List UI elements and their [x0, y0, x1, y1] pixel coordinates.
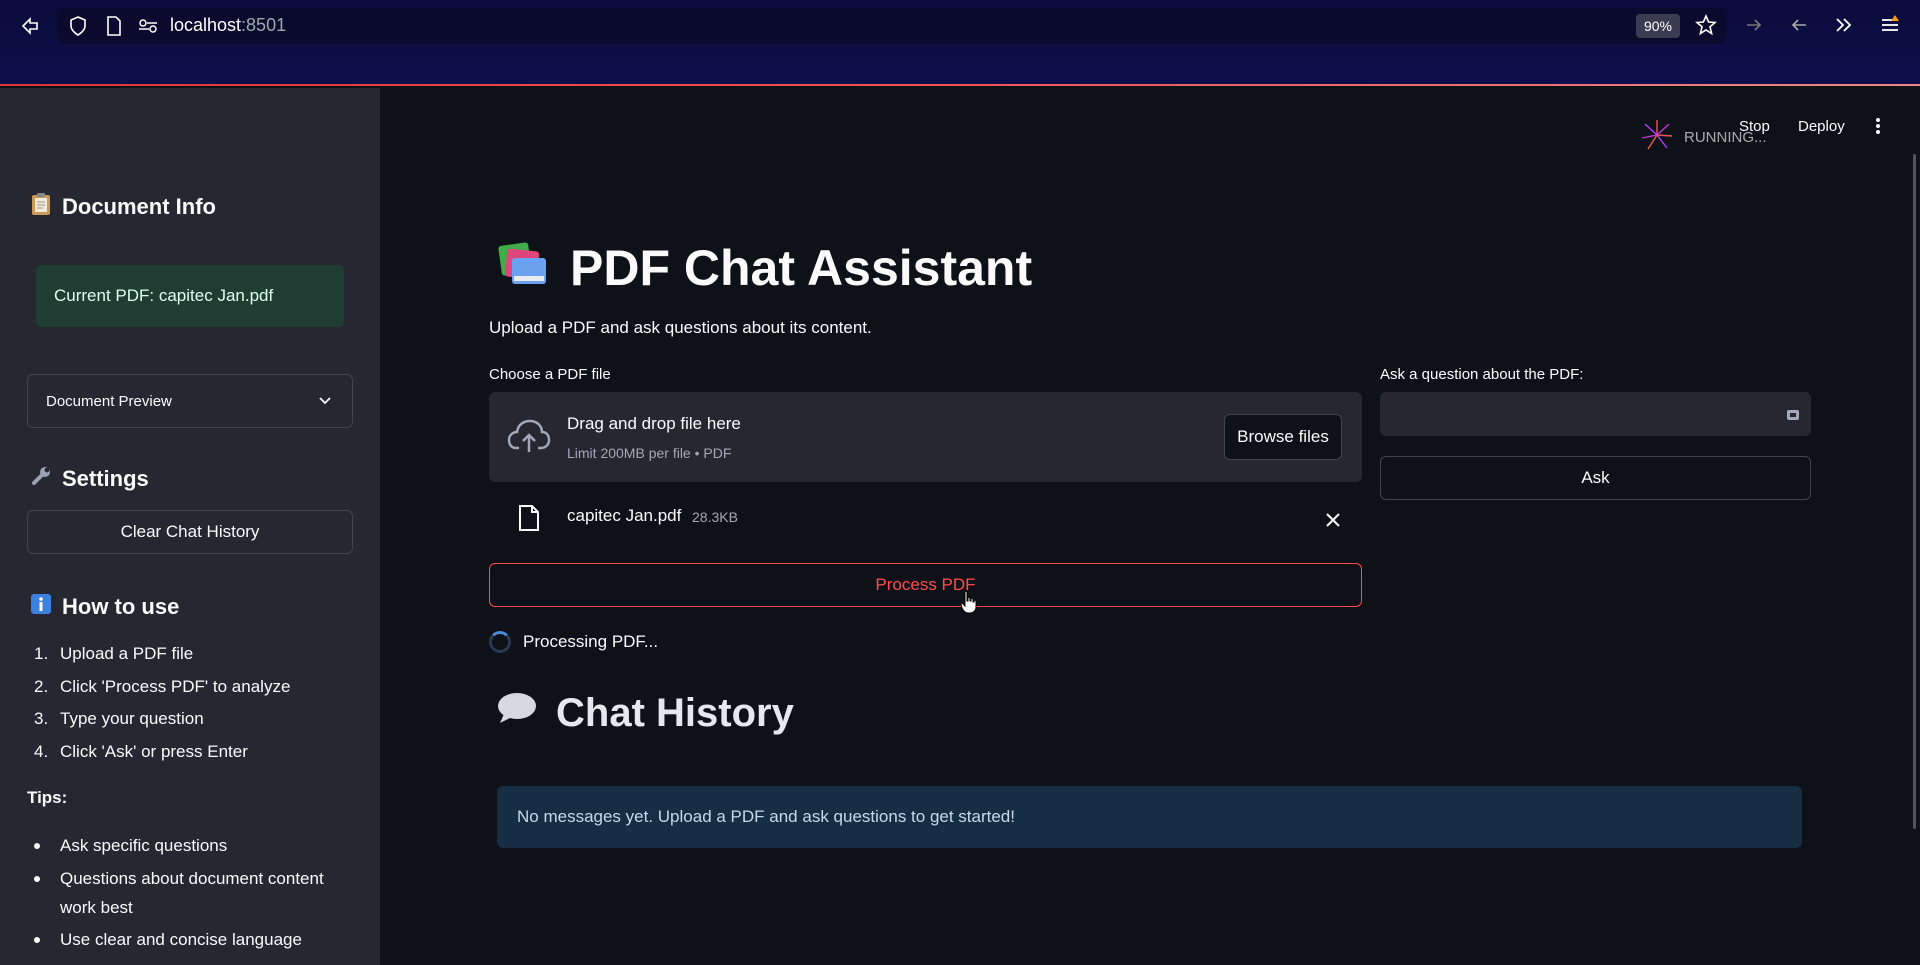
file-name: capitec Jan.pdf — [567, 506, 682, 525]
browse-files-button[interactable]: Browse files — [1224, 414, 1342, 460]
drop-text: Drag and drop file here — [567, 414, 741, 433]
browser-accent-line — [0, 84, 1920, 86]
cloud-upload-icon — [507, 418, 551, 461]
chat-history-heading: Chat History — [496, 690, 794, 736]
how-to-use-heading: How to use — [30, 593, 179, 621]
settings-heading: Settings — [30, 465, 149, 493]
current-pdf-alert: Current PDF: capitec Jan.pdf — [36, 265, 344, 327]
books-icon — [496, 236, 552, 300]
stop-button[interactable]: Stop — [1739, 118, 1770, 135]
doc-info-heading-text: Document Info — [62, 194, 216, 219]
menu-icon[interactable] — [1878, 13, 1902, 37]
sidebar: Document Info Current PDF: capitec Jan.p… — [0, 88, 380, 965]
tip-text: Ask specific questions — [60, 836, 228, 855]
file-dropzone[interactable]: Drag and drop file here Limit 200MB per … — [489, 392, 1362, 482]
tip-item: Ask specific questions — [34, 831, 354, 860]
tip-text: Use clear and concise language — [60, 930, 302, 949]
url-bar[interactable] — [58, 8, 1726, 44]
back-arrow-icon[interactable] — [1787, 13, 1811, 37]
question-label: Ask a question about the PDF: — [1380, 366, 1584, 383]
url-port: :8501 — [241, 15, 287, 35]
how-to-use-heading-text: How to use — [62, 594, 180, 619]
step-number: 3. — [34, 709, 49, 728]
clear-chat-history-button[interactable]: Clear Chat History — [27, 510, 353, 554]
clipboard-icon — [30, 192, 52, 222]
question-input[interactable] — [1380, 392, 1811, 436]
limit-text: Limit 200MB per file • PDF — [567, 445, 732, 461]
tip-item: Use clear and concise language — [34, 925, 354, 954]
deploy-button[interactable]: Deploy — [1798, 118, 1845, 135]
browser-toolbar: localhost:8501 90% — [0, 0, 1920, 86]
file-icon — [517, 504, 541, 537]
info-icon — [30, 593, 52, 621]
bookmark-star-icon[interactable] — [1694, 13, 1718, 37]
ask-button[interactable]: Ask — [1380, 456, 1811, 500]
speech-bubble-icon — [496, 690, 538, 736]
document-preview-expander[interactable]: Document Preview — [27, 374, 353, 428]
wrench-icon — [30, 465, 52, 493]
forward-arrow-icon[interactable] — [1742, 13, 1766, 37]
close-icon[interactable] — [1325, 512, 1341, 533]
tips-heading: Tips: — [27, 788, 68, 807]
zoom-indicator[interactable]: 90% — [1636, 14, 1680, 38]
step-number: 2. — [34, 677, 49, 696]
step-number: 1. — [34, 644, 49, 663]
shield-icon[interactable] — [66, 14, 90, 38]
main-scrollbar[interactable] — [1913, 154, 1916, 829]
page-icon[interactable] — [102, 14, 126, 38]
tip-text: Questions about document content work be… — [60, 869, 324, 917]
bullet — [34, 937, 40, 943]
page-title-text: PDF Chat Assistant — [570, 240, 1033, 296]
howto-step: 3. Type your question — [34, 709, 204, 729]
howto-step: 4. Click 'Ask' or press Enter — [34, 742, 248, 762]
file-size: 28.3KB — [692, 509, 738, 525]
step-text: Click 'Ask' or press Enter — [60, 742, 248, 761]
bullet — [34, 843, 40, 849]
step-text: Type your question — [60, 709, 204, 728]
empty-chat-message: No messages yet. Upload a PDF and ask qu… — [497, 786, 1802, 848]
overflow-chevron-icon[interactable] — [1832, 13, 1856, 37]
chevron-down-icon — [318, 393, 332, 410]
page-subtitle: Upload a PDF and ask questions about its… — [489, 318, 872, 337]
howto-step: 2. Click 'Process PDF' to analyze — [34, 677, 290, 697]
keyboard-hint-icon — [1786, 408, 1800, 426]
step-text: Upload a PDF file — [60, 644, 194, 663]
hand-cursor-icon — [960, 590, 978, 619]
tip-item: Questions about document content work be… — [34, 864, 354, 922]
url-host: localhost — [170, 15, 242, 35]
loading-spinner-icon — [489, 631, 511, 653]
document-preview-label: Document Preview — [46, 392, 172, 410]
settings-heading-text: Settings — [62, 466, 149, 491]
firefox-view-icon[interactable] — [18, 14, 42, 38]
uploaded-file-row: capitec Jan.pdf 28.3KB — [489, 500, 1362, 540]
step-text: Click 'Process PDF' to analyze — [60, 677, 291, 696]
processing-status-text: Processing PDF... — [523, 632, 659, 651]
uploader-label: Choose a PDF file — [489, 366, 611, 383]
permissions-icon[interactable] — [136, 14, 160, 38]
bullet — [34, 876, 40, 882]
url-text[interactable]: localhost:8501 — [170, 15, 286, 36]
step-number: 4. — [34, 742, 49, 761]
process-pdf-button[interactable]: Process PDF — [489, 563, 1362, 607]
howto-step: 1. Upload a PDF file — [34, 644, 193, 664]
chat-history-heading-text: Chat History — [556, 690, 794, 735]
doc-info-heading: Document Info — [30, 192, 216, 222]
main-menu-icon[interactable] — [1870, 116, 1886, 141]
running-animation-icon — [1640, 118, 1674, 156]
page-title: PDF Chat Assistant — [496, 236, 1032, 300]
